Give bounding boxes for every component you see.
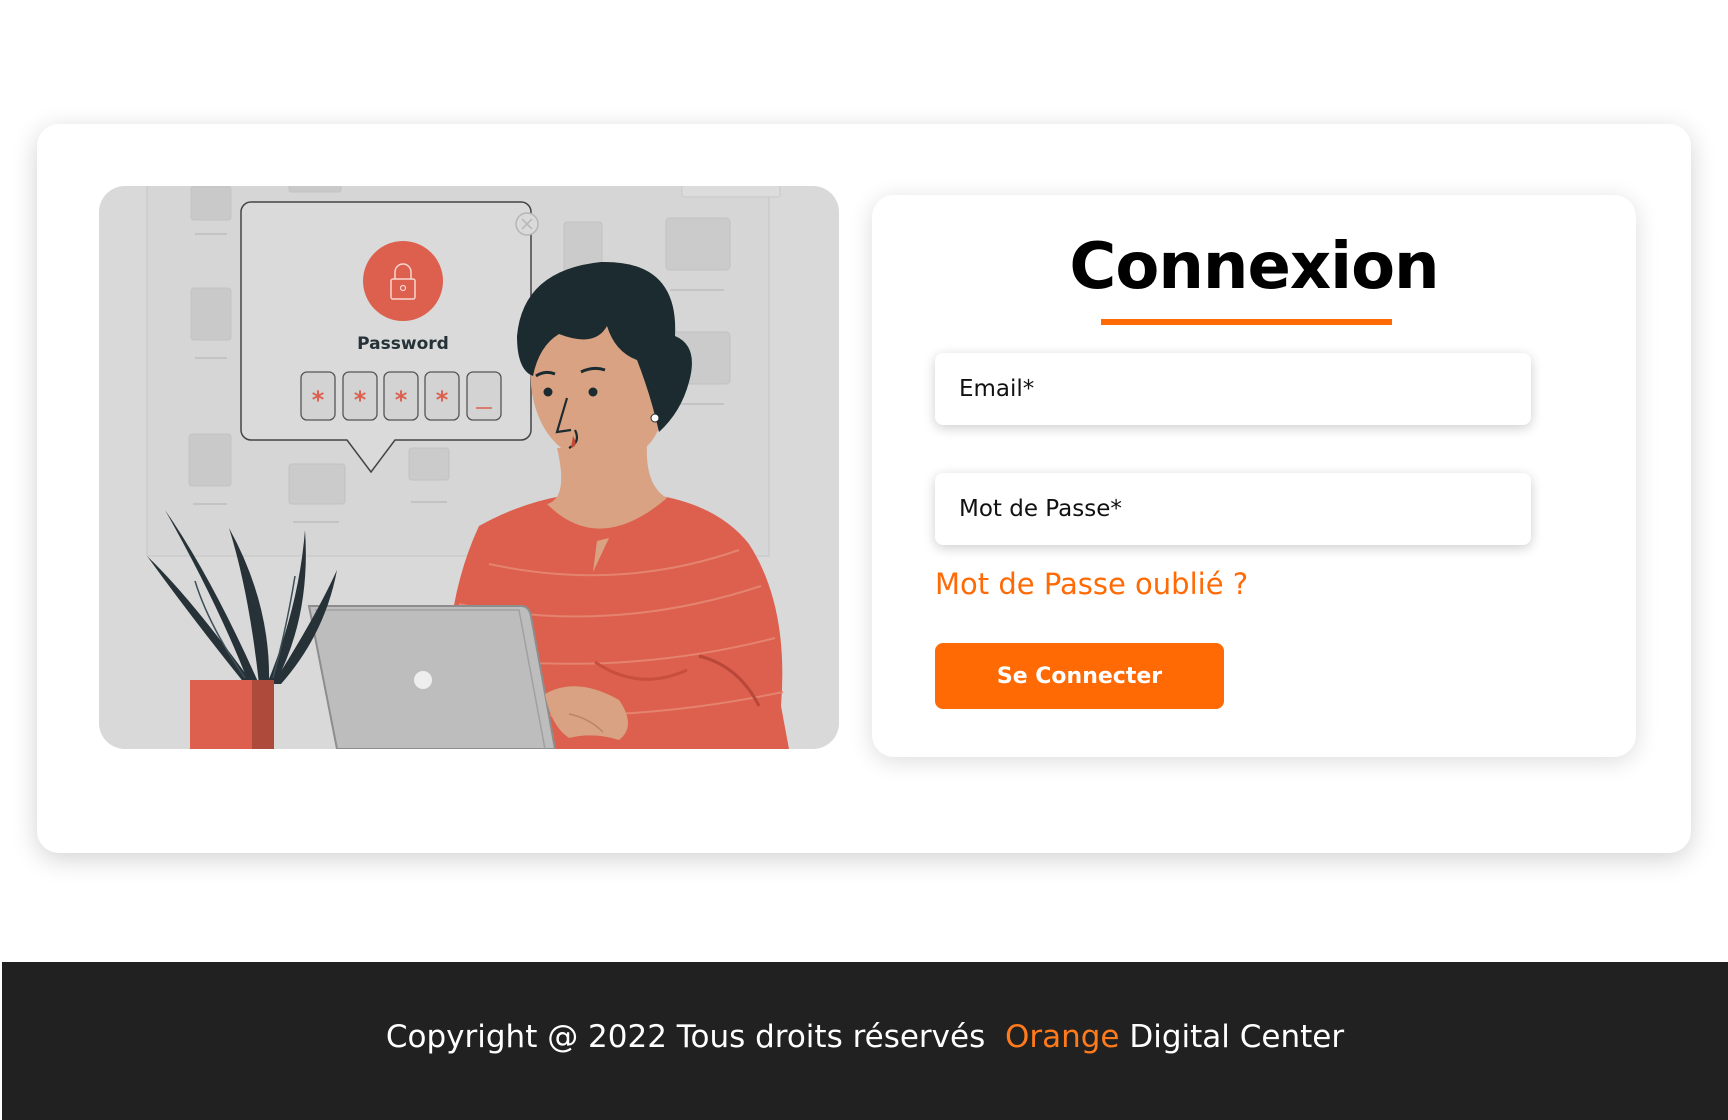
footer-copyright-text: Copyright @ 2022 Tous droits réservés [385,1019,996,1055]
footer: Copyright @ 2022 Tous droits réservés Or… [2,962,1728,1120]
mask-char-1: * [312,386,325,414]
title-underline [1101,319,1392,325]
password-placeholder: Mot de Passe* [959,496,1122,522]
page-title: Connexion [1069,230,1439,304]
forgot-password-link[interactable]: Mot de Passe oublié ? [935,567,1248,601]
email-placeholder: Email* [959,376,1035,402]
password-field[interactable]: Mot de Passe* [935,473,1531,545]
footer-brand: Orange [1004,1019,1120,1055]
footer-copyright: Copyright @ 2022 Tous droits réservés Or… [2,1019,1728,1055]
footer-brand-suffix: Digital Center [1129,1019,1345,1055]
login-form: Connexion Email* Mot de Passe* Mot de Pa… [872,195,1636,757]
login-illustration: Password * * * * [99,186,839,749]
popup-password-label: Password [357,334,449,354]
mask-char-2: * [354,386,367,414]
login-button[interactable]: Se Connecter [935,643,1224,709]
email-field[interactable]: Email* [935,353,1531,425]
mask-char-4: * [436,386,449,414]
mask-char-3: * [395,386,408,414]
